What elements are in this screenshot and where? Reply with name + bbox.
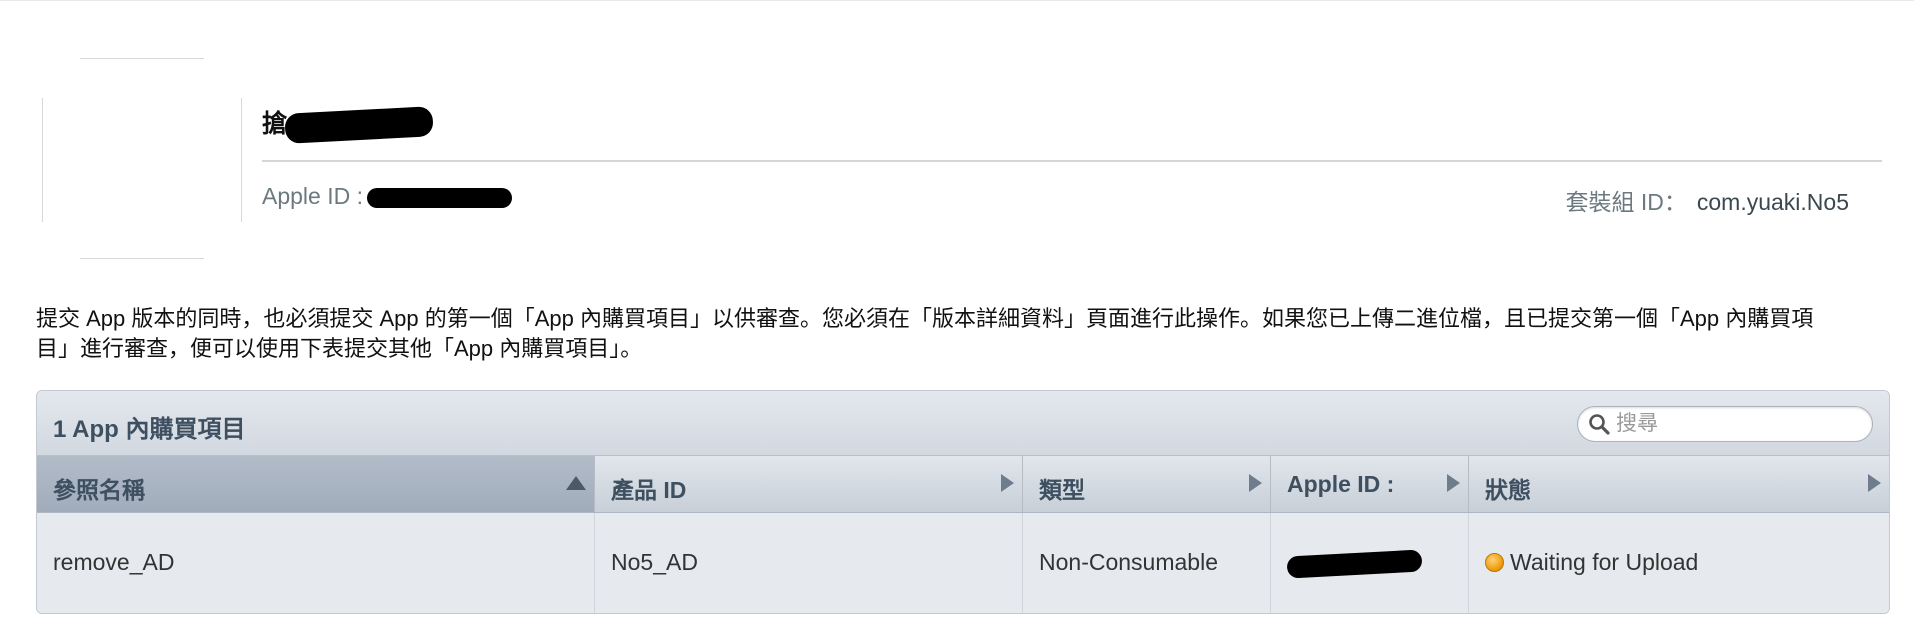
bundle-id: 套裝組 ID： com.yuaki.No5	[1565, 183, 1849, 217]
cell-status: Waiting for Upload	[1469, 513, 1889, 613]
cell-apple-id	[1271, 513, 1469, 613]
sort-arrow-icon	[1868, 474, 1881, 492]
status-dot-icon	[1485, 553, 1504, 572]
redacted-app-name	[284, 106, 434, 145]
row-apple-id	[1286, 549, 1423, 579]
app-name-text: 搶	[262, 110, 288, 138]
column-label: 產品 ID	[611, 477, 687, 503]
column-header-status[interactable]: 狀態	[1469, 456, 1889, 512]
table-header-bar: 1 App 內購買項目	[37, 391, 1889, 456]
search-box[interactable]	[1577, 406, 1873, 442]
table-title: 1 App 內購買項目	[53, 416, 246, 443]
redacted-apple-id	[1286, 549, 1423, 579]
app-name: 搶	[262, 104, 434, 145]
redacted-apple-id	[367, 187, 512, 208]
bundle-id-label: 套裝組 ID：	[1565, 189, 1687, 215]
bundle-id-value: com.yuaki.No5	[1696, 189, 1849, 215]
reference-name: remove_AD	[53, 549, 175, 575]
status-text: Waiting for Upload	[1510, 549, 1699, 575]
cell-reference-name: remove_AD	[37, 513, 595, 613]
description-text: 提交 App 版本的同時，也必須提交 App 的第一個「App 內購買項目」以供…	[36, 306, 1814, 361]
header-divider	[262, 160, 1882, 162]
sort-arrow-icon	[1447, 474, 1460, 492]
sort-arrow-icon	[1249, 474, 1262, 492]
column-label: 類型	[1039, 477, 1085, 503]
column-label: 參照名稱	[53, 477, 145, 503]
sort-arrow-icon	[1001, 474, 1014, 492]
apple-id-label: Apple ID :	[262, 183, 363, 209]
sort-ascending-icon	[566, 476, 586, 490]
cell-product-id: No5_AD	[595, 513, 1023, 613]
product-id: No5_AD	[611, 549, 698, 575]
table-row[interactable]: remove_AD No5_AD Non-Consumable Waiting …	[37, 513, 1889, 613]
top-divider	[0, 0, 1914, 1]
app-apple-id: Apple ID :	[262, 183, 512, 210]
product-type: Non-Consumable	[1039, 549, 1218, 575]
app-icon-placeholder	[42, 58, 242, 259]
column-header-row: 參照名稱 產品 ID 類型 Apple ID : 狀態	[37, 456, 1889, 513]
cell-type: Non-Consumable	[1023, 513, 1271, 613]
column-label: Apple ID :	[1287, 471, 1395, 497]
column-header-apple-id[interactable]: Apple ID :	[1271, 456, 1469, 512]
status: Waiting for Upload	[1485, 549, 1698, 576]
column-header-reference-name[interactable]: 參照名稱	[37, 456, 595, 512]
search-icon	[1589, 414, 1610, 435]
column-label: 狀態	[1485, 477, 1531, 503]
column-header-type[interactable]: 類型	[1023, 456, 1271, 512]
in-app-purchases-table: 1 App 內購買項目 參照名稱 產品 ID 類型 Apple ID : 狀態	[36, 390, 1890, 614]
column-header-product-id[interactable]: 產品 ID	[595, 456, 1023, 512]
search-input[interactable]	[1616, 410, 1856, 438]
